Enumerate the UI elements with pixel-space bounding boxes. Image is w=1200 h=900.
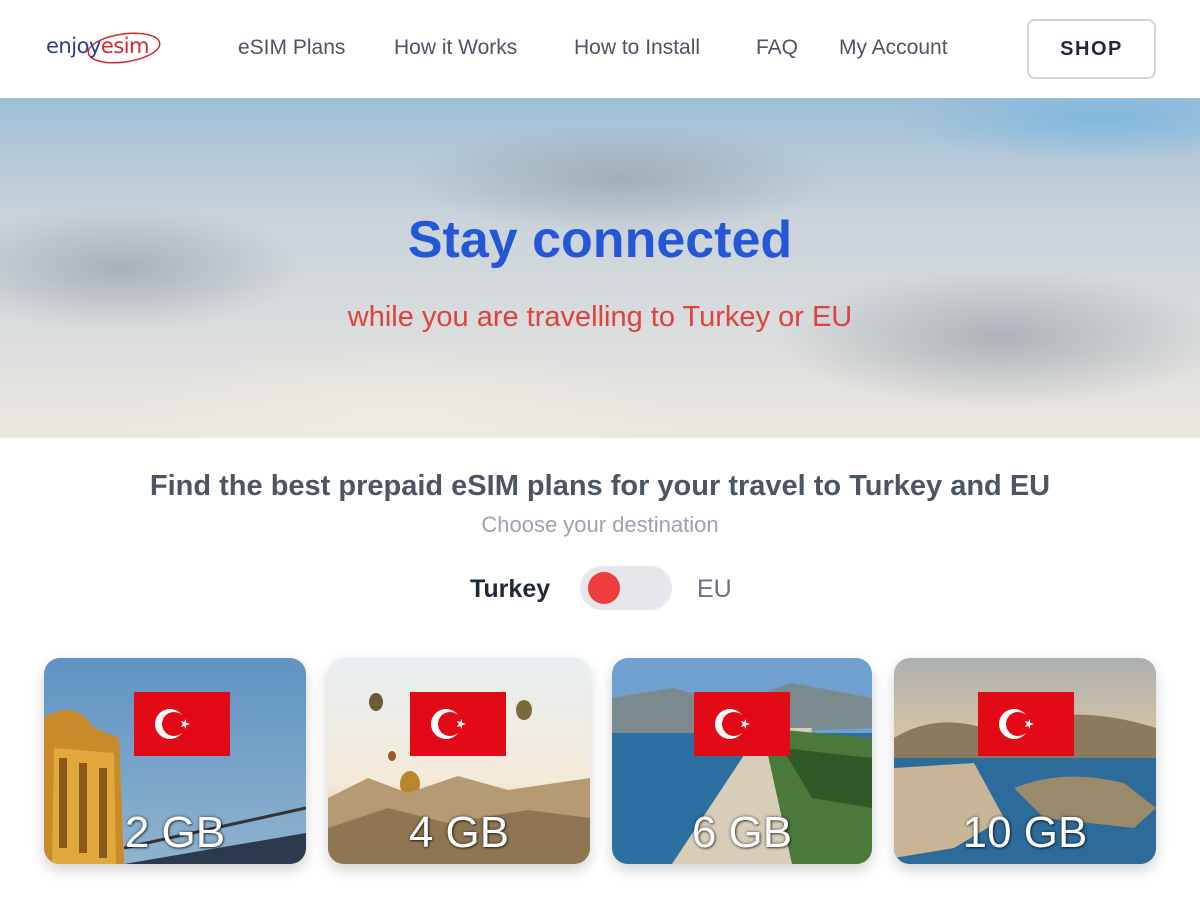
turkey-flag-icon — [978, 692, 1074, 756]
plans-section-title: Find the best prepaid eSIM plans for you… — [149, 470, 1051, 502]
turkey-flag-icon — [694, 692, 790, 756]
nav-my-account[interactable]: My Account — [839, 36, 948, 60]
plan-data-amount: 4 GB — [408, 808, 510, 857]
plan-card-4gb[interactable]: 4 GB — [328, 658, 590, 864]
site-header: enjoyesim eSIM Plans How it Works How to… — [0, 0, 1200, 98]
plan-data-amount: 10 GB — [962, 808, 1088, 857]
plans-section-subtitle: Choose your destination — [481, 512, 719, 537]
hero-title: Stay connected — [407, 211, 793, 269]
turkey-flag-icon — [134, 692, 230, 756]
destination-label-turkey[interactable]: Turkey — [470, 575, 550, 604]
turkey-flag-icon — [410, 692, 506, 756]
nav-how-to-install[interactable]: How to Install — [574, 36, 700, 60]
hero-banner: Stay connected while you are travelling … — [0, 98, 1200, 438]
nav-how-it-works[interactable]: How it Works — [394, 36, 517, 60]
nav-esim-plans[interactable]: eSIM Plans — [238, 36, 345, 60]
plan-data-amount: 6 GB — [691, 808, 793, 857]
plan-data-amount: 2 GB — [124, 808, 226, 857]
shop-button[interactable]: SHOP — [1027, 19, 1156, 79]
destination-toggle[interactable] — [580, 566, 672, 610]
plan-card-6gb[interactable]: 6 GB — [612, 658, 872, 864]
logo-text: enjoyesim — [46, 34, 150, 58]
plan-card-2gb[interactable]: 2 GB — [44, 658, 306, 864]
nav-faq[interactable]: FAQ — [756, 36, 798, 60]
plan-card-10gb[interactable]: 10 GB — [894, 658, 1156, 864]
hero-subtitle: while you are travelling to Turkey or EU — [347, 301, 853, 333]
destination-label-eu[interactable]: EU — [697, 575, 732, 604]
toggle-knob — [588, 572, 620, 604]
enjoyesim-logo[interactable]: enjoyesim — [44, 22, 164, 72]
